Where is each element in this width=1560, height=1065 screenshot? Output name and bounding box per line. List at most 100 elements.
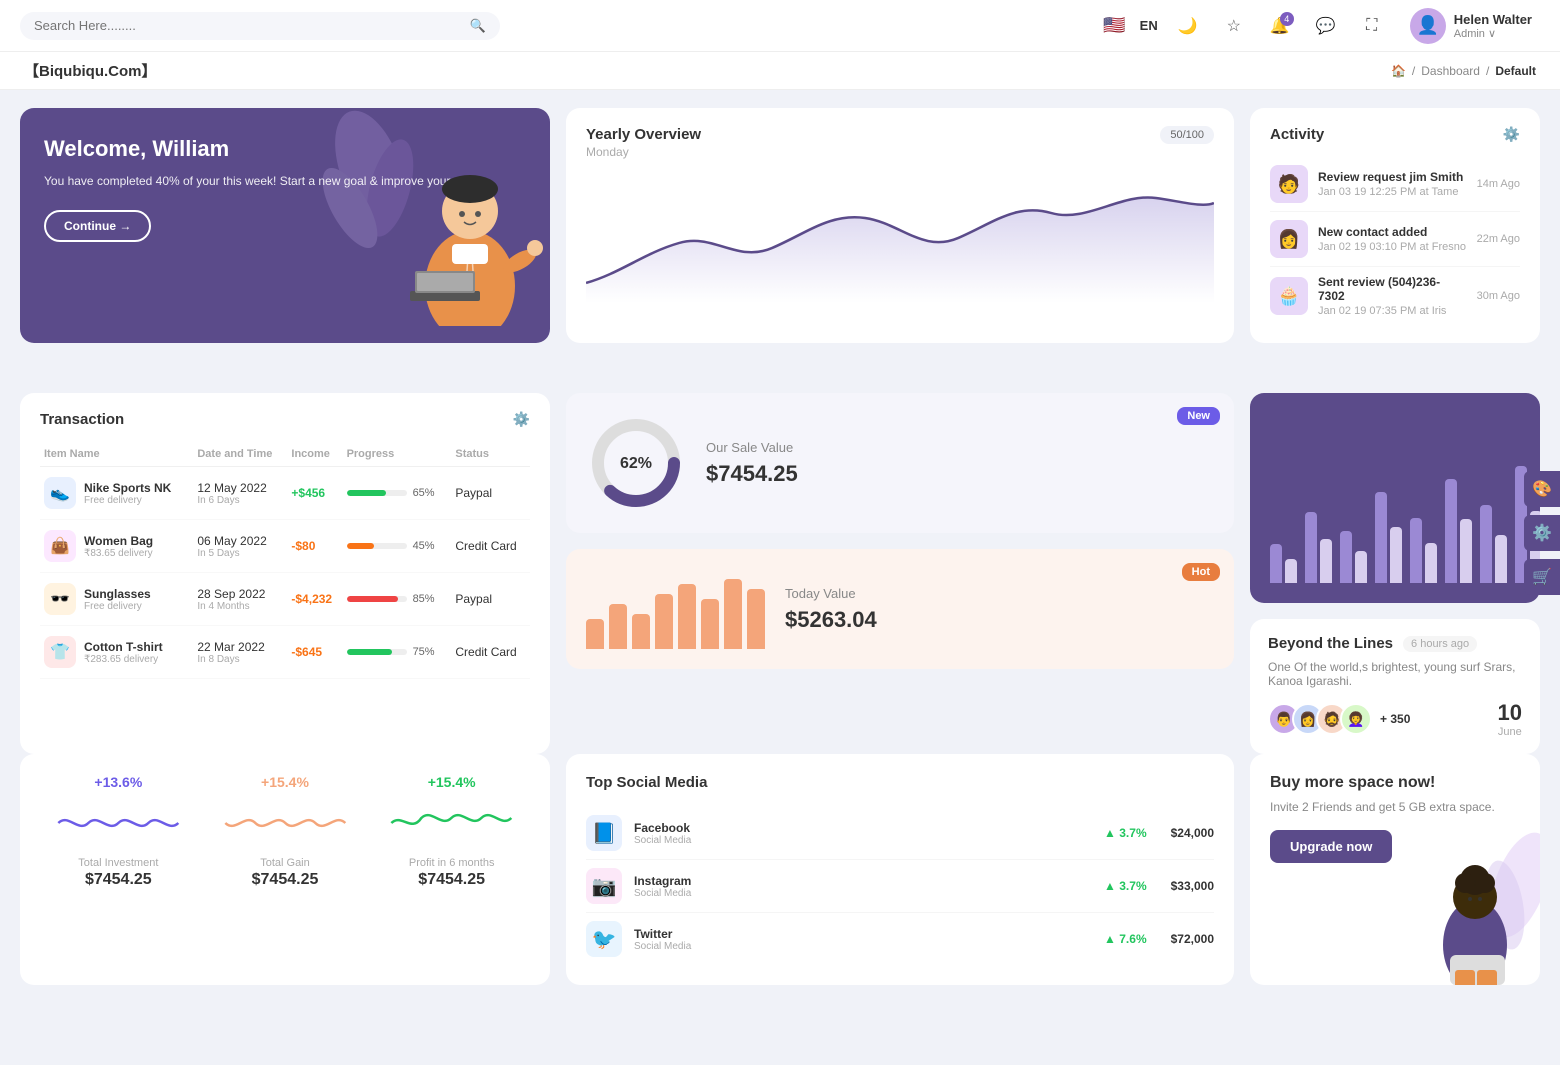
transaction-body: 👟 Nike Sports NK Free delivery 12 May 20…	[40, 467, 530, 679]
transaction-col-header: Progress	[343, 442, 452, 467]
bar-group	[1480, 505, 1507, 583]
activity-settings-icon[interactable]: ⚙️	[1503, 126, 1520, 143]
item-period: In 8 Days	[197, 654, 283, 665]
breadcrumb: 🏠 / Dashboard / Default	[1391, 64, 1536, 78]
social-card: Top Social Media 📘 Facebook Social Media…	[566, 754, 1234, 985]
continue-button[interactable]: Continue →	[44, 210, 151, 242]
social-name: Twitter	[634, 927, 691, 941]
avatar-stack: 👨 👩 🧔 👩‍🦱 + 350	[1268, 703, 1410, 735]
beyond-time: 6 hours ago	[1403, 636, 1477, 652]
search-icon: 🔍	[470, 18, 486, 34]
site-title: 【Biqubiqu.Com】	[24, 60, 156, 81]
income-cell: +$456	[287, 467, 342, 520]
float-palette-button[interactable]: 🎨	[1524, 471, 1560, 507]
search-input[interactable]	[34, 18, 462, 33]
item-icon: 🕶️	[44, 583, 76, 615]
transaction-settings-icon[interactable]: ⚙️	[513, 411, 530, 428]
notification-icon[interactable]: 🔔 4	[1264, 10, 1296, 42]
buyspace-subtitle: Invite 2 Friends and get 5 GB extra spac…	[1270, 800, 1520, 814]
avatar: 👤	[1410, 8, 1446, 44]
social-type: Social Media	[634, 941, 691, 952]
yearly-overview-subtitle: Monday	[586, 145, 701, 159]
star-icon[interactable]: ☆	[1218, 10, 1250, 42]
item-period: In 6 Days	[197, 495, 283, 506]
progress-cell: 85%	[343, 573, 452, 626]
social-title: Top Social Media	[586, 774, 1214, 791]
activity-item-time: 22m Ago	[1477, 233, 1520, 245]
activity-item-desc: Jan 03 19 12:25 PM at Tame	[1318, 186, 1467, 198]
bar-group	[1305, 512, 1332, 584]
activity-item-name: New contact added	[1318, 225, 1467, 239]
user-section[interactable]: 👤 Helen Walter Admin ∨	[1402, 4, 1540, 48]
yearly-overview-card: Yearly Overview Monday 50/100	[566, 108, 1234, 343]
welcome-card: Welcome, William You have completed 40% …	[20, 108, 550, 343]
activity-item-time: 30m Ago	[1477, 290, 1520, 302]
activity-card: Activity ⚙️ 🧑 Review request jim Smith J…	[1250, 108, 1540, 343]
upgrade-button[interactable]: Upgrade now	[1270, 830, 1392, 863]
social-type: Social Media	[634, 888, 691, 899]
activity-item: 🧁 Sent review (504)236-7302 Jan 02 19 07…	[1270, 267, 1520, 325]
main-content: Welcome, William You have completed 40% …	[0, 90, 1560, 393]
social-pct: ▲ 3.7%	[1104, 826, 1147, 840]
bar-mini	[747, 589, 765, 649]
item-name: Cotton T-shirt	[84, 640, 163, 654]
bar-group	[1340, 531, 1367, 583]
social-logo: 📘	[586, 815, 622, 851]
beyond-plus-count: + 350	[1380, 712, 1410, 726]
search-bar[interactable]: 🔍	[20, 12, 500, 40]
message-icon[interactable]: 💬	[1310, 10, 1342, 42]
transaction-col-header: Item Name	[40, 442, 193, 467]
item-period: In 4 Months	[197, 601, 283, 612]
progress-bar	[347, 649, 407, 655]
event-day: 10	[1498, 700, 1522, 726]
person2-svg	[1410, 825, 1540, 985]
beyond-desc: One Of the world,s brightest, young surf…	[1268, 660, 1522, 688]
social-amount: $24,000	[1171, 826, 1214, 840]
social-info: Twitter Social Media	[634, 927, 691, 952]
item-sub: Free delivery	[84, 601, 151, 612]
progress-cell: 45%	[343, 520, 452, 573]
language-label[interactable]: EN	[1140, 18, 1158, 33]
activity-item-time: 14m Ago	[1477, 178, 1520, 190]
activity-avatar: 🧑	[1270, 165, 1308, 203]
activity-item-name: Sent review (504)236-7302	[1318, 275, 1467, 303]
activity-title: Activity	[1270, 126, 1324, 143]
item-sub: ₹283.65 delivery	[84, 654, 163, 665]
table-row: 👕 Cotton T-shirt ₹283.65 delivery 22 Mar…	[40, 626, 530, 679]
social-item: 📷 Instagram Social Media ▲ 3.7% $33,000	[586, 860, 1214, 913]
item-name: Women Bag	[84, 534, 153, 548]
second-row: Transaction ⚙️ Item NameDate and TimeInc…	[0, 393, 1560, 754]
table-row: 🕶️ Sunglasses Free delivery 28 Sep 2022 …	[40, 573, 530, 626]
item-icon: 👟	[44, 477, 76, 509]
activity-avatar: 🧁	[1270, 277, 1308, 315]
social-logo: 📷	[586, 868, 622, 904]
social-logo: 🐦	[586, 921, 622, 957]
donut-chart: 62%	[586, 413, 686, 513]
social-name: Instagram	[634, 874, 691, 888]
person-svg	[380, 126, 550, 326]
activity-item: 🧑 Review request jim Smith Jan 03 19 12:…	[1270, 157, 1520, 212]
item-cell: 👟 Nike Sports NK Free delivery	[40, 467, 193, 520]
breadcrumb-dashboard[interactable]: Dashboard	[1421, 64, 1480, 78]
bar-dark	[1340, 531, 1352, 583]
bar-light	[1425, 543, 1437, 583]
float-cart-button[interactable]: 🛒	[1524, 559, 1560, 595]
bar-mini	[701, 599, 719, 649]
item-cell: 👕 Cotton T-shirt ₹283.65 delivery	[40, 626, 193, 679]
progress-cell: 75%	[343, 626, 452, 679]
fullscreen-icon[interactable]: ⛶	[1356, 10, 1388, 42]
income-cell: -$4,232	[287, 573, 342, 626]
activity-item-name: Review request jim Smith	[1318, 170, 1467, 184]
bar-light	[1460, 519, 1472, 583]
progress-pct: 85%	[413, 593, 435, 605]
float-settings-button[interactable]: ⚙️	[1524, 515, 1560, 551]
bar-mini	[609, 604, 627, 649]
dark-mode-toggle[interactable]: 🌙	[1172, 10, 1204, 42]
user-role: Admin ∨	[1454, 27, 1532, 40]
progress-pct: 45%	[413, 540, 435, 552]
bar-light	[1355, 551, 1367, 583]
sale-value-amount: $7454.25	[706, 461, 798, 487]
sale-value-card: New 62% Our Sale Value $7454.25	[566, 393, 1234, 533]
stat-pct: +15.4%	[373, 774, 530, 790]
stat-value: $7454.25	[40, 871, 197, 889]
